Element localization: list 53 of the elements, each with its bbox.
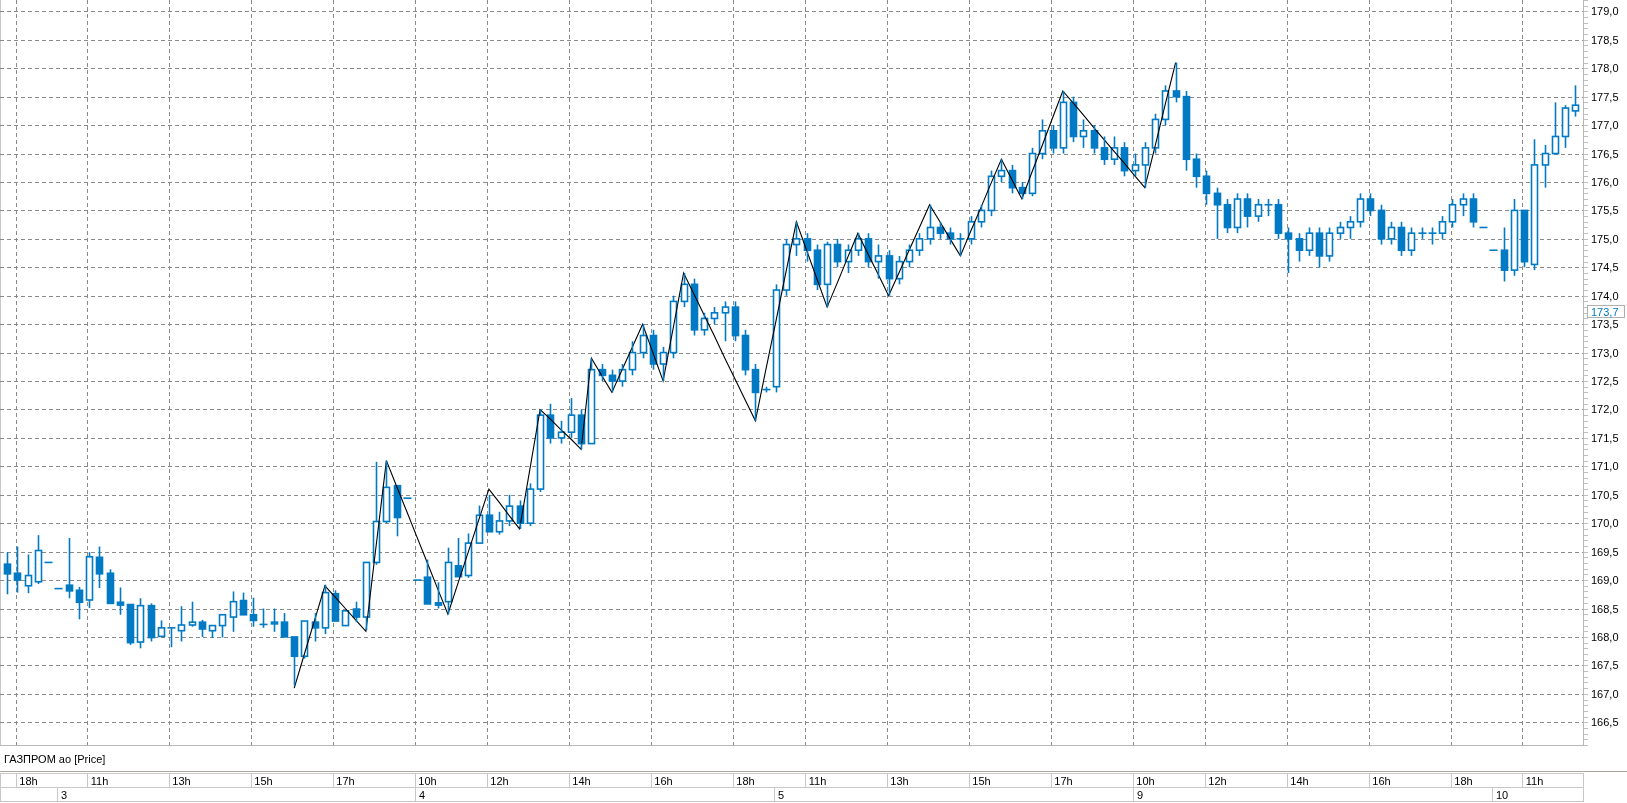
axis-label: 178,5 — [1591, 33, 1619, 46]
axis-label: 178,0 — [1591, 62, 1619, 75]
date-label: 10 — [1496, 789, 1509, 801]
axis-label: 173,5 — [1591, 318, 1619, 331]
axis-label: 176,5 — [1591, 147, 1619, 160]
axis-label: 169,0 — [1591, 574, 1619, 587]
hour-label: 10h — [418, 775, 437, 787]
axis-label: 167,0 — [1591, 687, 1619, 700]
axis-label: 169,5 — [1591, 545, 1619, 558]
axis-label: 171,5 — [1591, 431, 1619, 444]
hour-label: 14h — [572, 775, 591, 787]
axis-label: 179,0 — [1591, 5, 1619, 18]
axis-label: 168,0 — [1591, 630, 1619, 643]
hour-label: 11h — [1525, 775, 1544, 787]
hour-label: 12h — [490, 775, 509, 787]
hour-label: 18h — [1454, 775, 1473, 787]
axis-label: 175,0 — [1591, 232, 1619, 245]
axis-label: 177,5 — [1591, 90, 1619, 103]
hour-label: 11h — [90, 775, 109, 787]
hour-label: 15h — [972, 775, 991, 787]
hour-label: 15h — [254, 775, 273, 787]
axis-label: 174,0 — [1591, 289, 1619, 302]
axis-label: 173,0 — [1591, 346, 1619, 359]
axis-label: 171,0 — [1591, 460, 1619, 473]
date-label: 9 — [1137, 789, 1144, 801]
chart-title: ГАЗПРОМ ао [Price] — [4, 753, 106, 765]
axis-label: 174,5 — [1591, 261, 1619, 274]
axis-label: 167,5 — [1591, 659, 1619, 672]
axis-label: 170,5 — [1591, 488, 1619, 501]
hour-label: 12h — [1208, 775, 1227, 787]
axis-label: 176,0 — [1591, 176, 1619, 188]
axis-label: 166,5 — [1591, 716, 1619, 729]
date-label: 4 — [419, 789, 426, 801]
hour-label: 16h — [1372, 775, 1391, 787]
hour-label: 10h — [1136, 775, 1155, 787]
axis-label: 172,0 — [1591, 403, 1619, 416]
date-label: 5 — [778, 789, 785, 801]
axis-label: 177,0 — [1591, 119, 1619, 132]
axis-label: 172,5 — [1591, 375, 1619, 388]
hour-label: 14h — [1290, 775, 1309, 787]
hour-label: 17h — [1054, 775, 1073, 787]
hour-label: 18h — [19, 775, 38, 787]
hour-label: 11h — [808, 775, 827, 787]
hour-label: 13h — [890, 775, 909, 787]
axis-label: 175,5 — [1591, 204, 1619, 217]
date-label: 3 — [61, 789, 68, 801]
hour-label: 13h — [172, 775, 191, 787]
price-label: 173,7 — [1587, 305, 1625, 318]
hour-label: 17h — [336, 775, 355, 787]
axis-label: 168,5 — [1591, 602, 1619, 615]
hour-label: 18h — [736, 775, 755, 787]
hour-label: 16h — [654, 775, 673, 787]
axis-label: 170,0 — [1591, 517, 1619, 530]
